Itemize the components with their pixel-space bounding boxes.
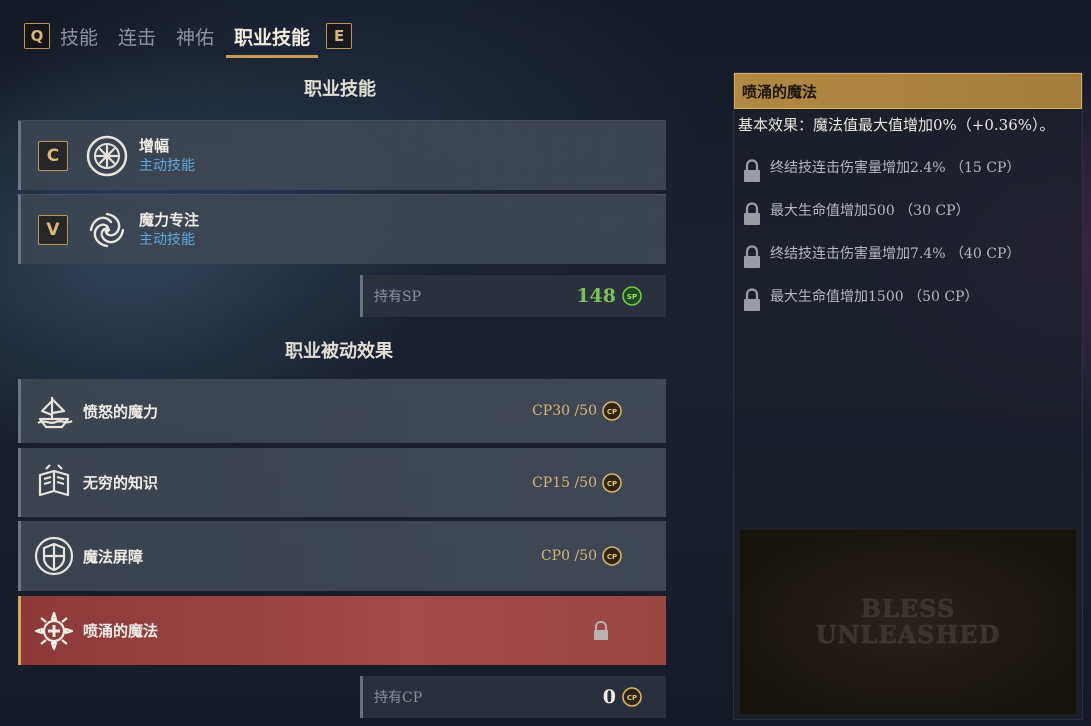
tab-blessing[interactable]: 神佑 [166, 18, 224, 54]
tab-bar: Q 技能 连击 神佑 职业技能 E [24, 16, 353, 58]
cp-coin-icon: CP [622, 687, 642, 707]
passive-name: 无穷的知识 [83, 474, 159, 492]
skill-name: 魔力专注 [139, 210, 200, 229]
effect-text: 终结技连击伤害量增加2.4% （15 CP） [770, 159, 1021, 176]
svg-text:SP: SP [627, 293, 637, 301]
passive-name: 喷涌的魔法 [83, 622, 159, 640]
effect-row: 终结技连击伤害量增加2.4% （15 CP） [742, 145, 1082, 188]
passive-name: 魔法屏障 [83, 547, 144, 566]
logo-line-2: UNLEASHED [815, 620, 1001, 649]
passive-row-surging-magic[interactable]: 喷涌的魔法 [18, 596, 666, 665]
tab-next-key[interactable]: E [326, 23, 353, 49]
skill-type: 主动技能 [139, 157, 195, 174]
passive-detail-panel: 喷涌的魔法 基本效果：魔法值最大值增加0%（+0.36%）。 终结技连击伤害量增… [733, 72, 1083, 720]
shield-emblem-icon [34, 536, 74, 576]
skill-type: 主动技能 [139, 231, 195, 248]
ship-emblem-icon [37, 397, 73, 429]
effect-text: 终结技连击伤害量增加7.4% （40 CP） [770, 245, 1021, 262]
passives-title: 职业被动效果 [285, 341, 393, 362]
effect-row: 终结技连击伤害量增加7.4% （40 CP） [742, 231, 1082, 274]
lock-icon [744, 244, 760, 268]
passive-cp-value: CP0 /50 [540, 548, 597, 564]
cp-coin-icon: CP [602, 546, 622, 566]
skill-key-c: C [38, 140, 68, 171]
game-logo-banner: BLESS UNLEASHED [739, 529, 1077, 715]
detail-base-effect: 基本效果：魔法值最大值增加0%（+0.36%）。 [738, 116, 1055, 134]
effect-list: 终结技连击伤害量增加2.4% （15 CP） 最大生命值增加500 （30 CP… [734, 145, 1082, 317]
lock-icon [744, 158, 760, 182]
svg-text:CP: CP [607, 480, 617, 488]
starburst-emblem-icon [86, 135, 128, 176]
cross-emblem-icon [34, 611, 74, 650]
held-sp-label: 持有SP [374, 289, 422, 305]
svg-text:CP: CP [607, 553, 617, 561]
effect-text: 最大生命值增加1500 （50 CP） [770, 288, 979, 305]
tab-skills[interactable]: 技能 [50, 18, 108, 54]
skill-name: 增幅 [139, 136, 170, 155]
effect-row: 最大生命值增加500 （30 CP） [742, 188, 1082, 231]
effect-row: 最大生命值增加1500 （50 CP） [742, 274, 1082, 317]
effect-text: 最大生命值增加500 （30 CP） [770, 202, 970, 219]
cp-coin-icon: CP [602, 401, 622, 421]
lock-icon [744, 201, 760, 225]
cp-coin-icon: CP [602, 472, 622, 493]
held-sp-value: 148 [576, 285, 616, 307]
lock-icon [744, 287, 760, 311]
passive-row-endless-knowledge[interactable]: 无穷的知识 CP15 /50 CP [18, 448, 666, 517]
passive-row-wrathful-mana[interactable]: 愤怒的魔力 CP30 /50 CP [18, 379, 666, 443]
skill-row-amplify[interactable]: C 增幅 主动技能 [18, 120, 666, 190]
tab-prev-key[interactable]: Q [24, 23, 50, 49]
passive-cp-value: CP15 /50 [532, 474, 597, 491]
tab-job-skills[interactable]: 职业技能 [224, 18, 320, 58]
held-sp-box: 持有SP 148 SP [360, 275, 666, 317]
skill-key-v: V [38, 214, 68, 245]
lock-icon [594, 620, 608, 640]
job-skills-title: 职业技能 [304, 79, 376, 100]
svg-text:CP: CP [607, 408, 617, 416]
held-cp-label: 持有CP [374, 690, 423, 706]
passive-name: 愤怒的魔力 [83, 402, 159, 421]
held-cp-box: 持有CP 0 CP [360, 676, 666, 718]
swirl-emblem-icon [89, 212, 125, 247]
skill-row-mana-focus[interactable]: V 魔力专注 主动技能 [18, 194, 666, 264]
svg-text:CP: CP [627, 694, 637, 702]
sp-coin-icon: SP [622, 286, 642, 306]
passive-row-magic-barrier[interactable]: 魔法屏障 CP0 /50 CP [18, 521, 666, 591]
detail-title: 喷涌的魔法 [734, 73, 1082, 109]
held-cp-value: 0 [602, 686, 616, 708]
logo-line-1: BLESS [860, 594, 956, 623]
book-emblem-icon [38, 463, 70, 496]
passive-cp-value: CP30 /50 [532, 403, 597, 419]
tab-combo[interactable]: 连击 [108, 18, 166, 54]
